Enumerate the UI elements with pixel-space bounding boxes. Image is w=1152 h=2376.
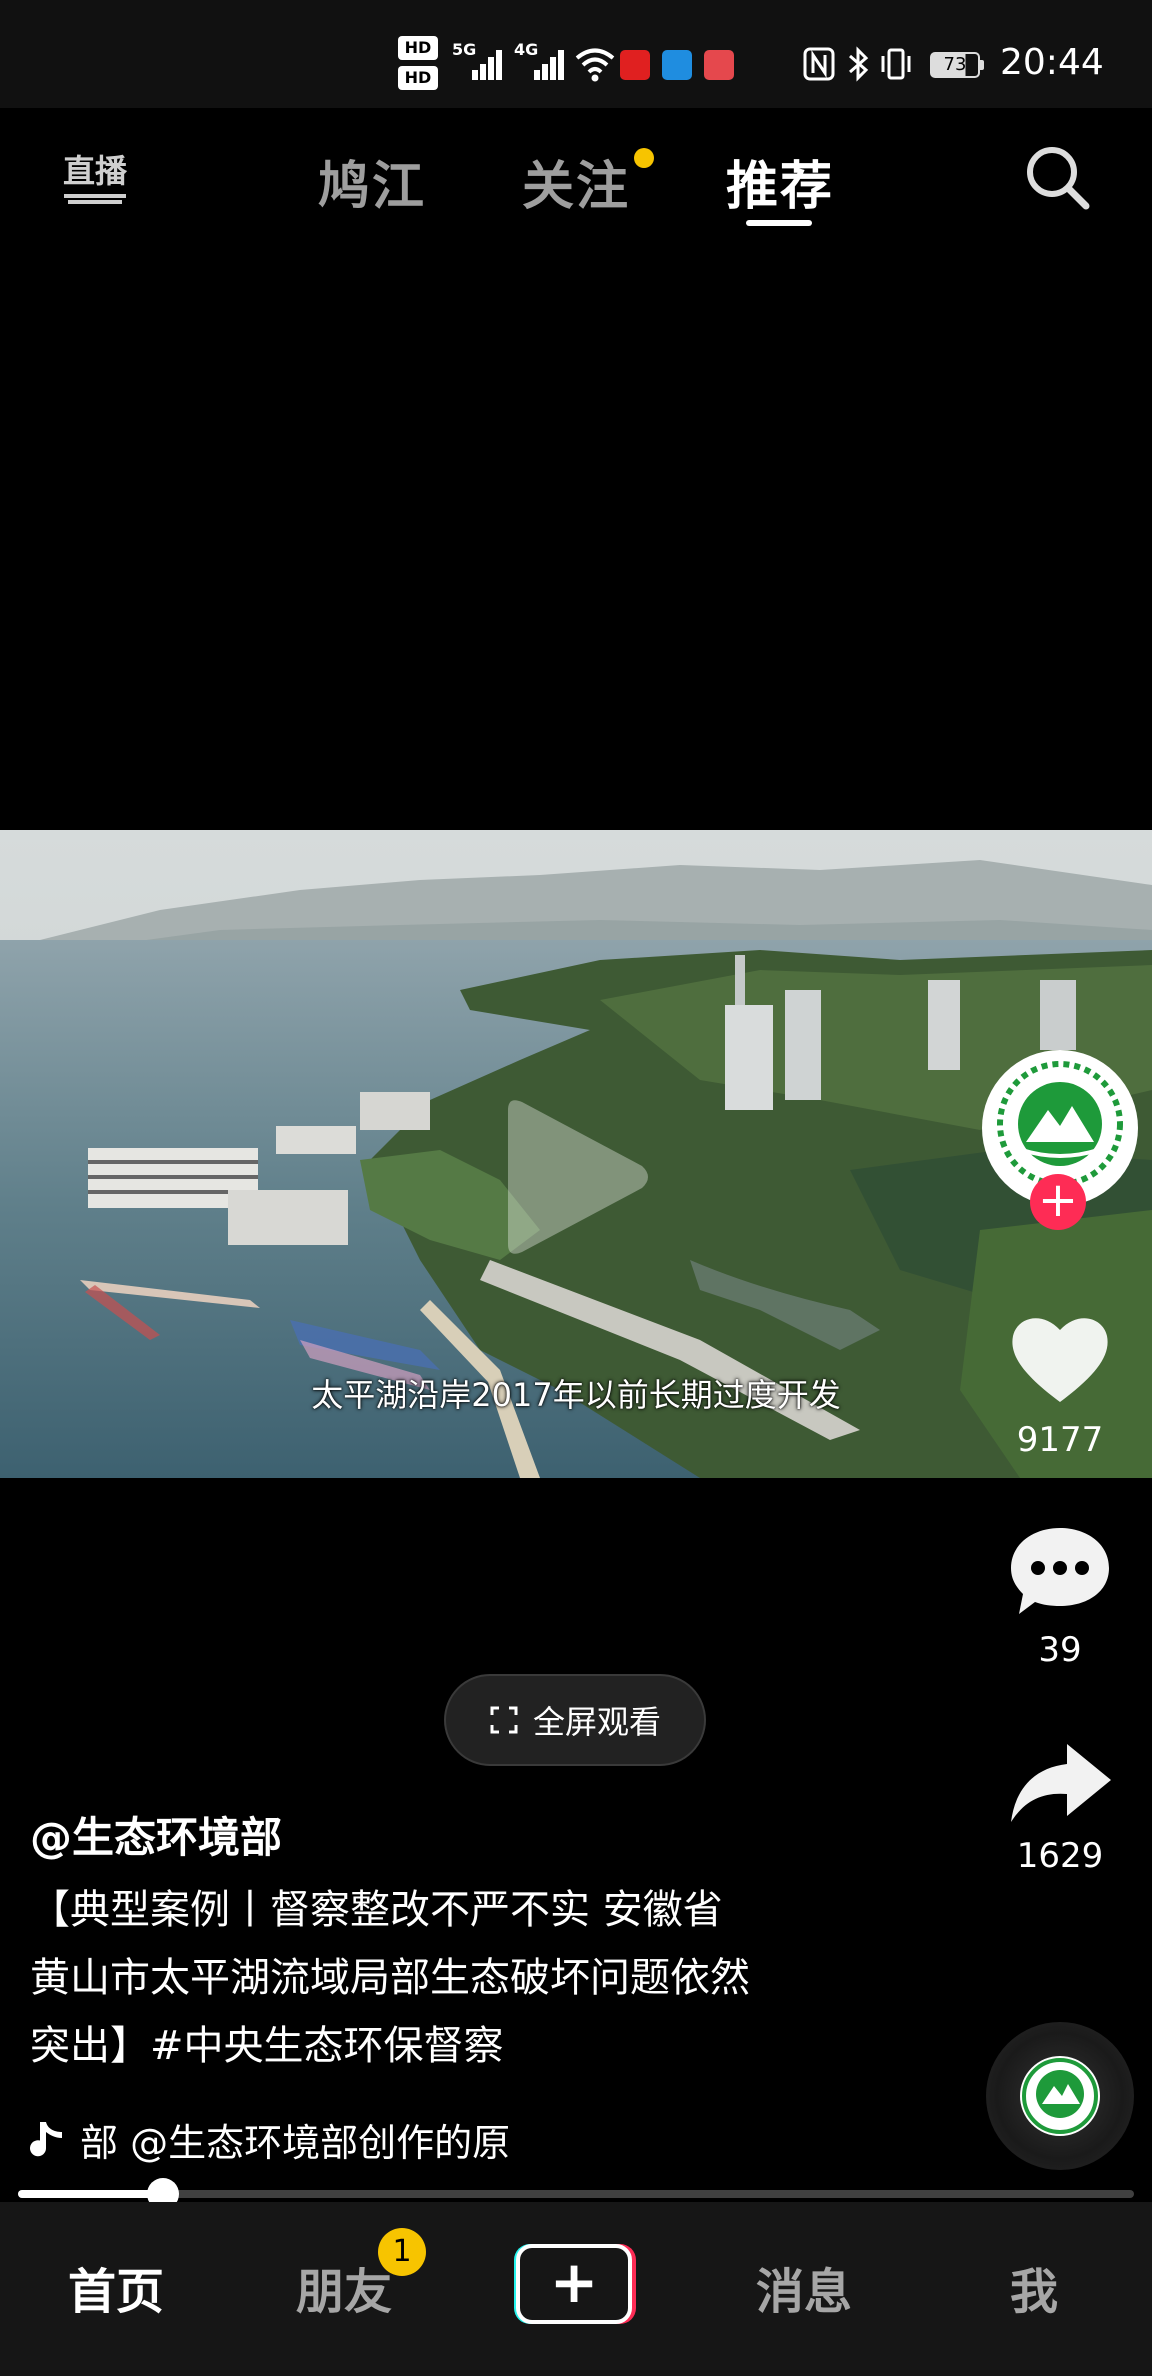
- signal-5g-icon: 5G: [452, 40, 506, 82]
- hd2-badge: HD: [398, 66, 438, 90]
- create-plus: +: [549, 2248, 599, 2316]
- active-tab-indicator: [746, 220, 812, 226]
- live-icon[interactable]: 直播: [58, 138, 132, 212]
- progress-fill: [18, 2190, 164, 2198]
- top-nav: 直播 鸠江 关注 推荐: [0, 108, 1152, 238]
- comment-button[interactable]: 39: [990, 1520, 1130, 1670]
- fullscreen-label: 全屏观看: [532, 1703, 661, 1741]
- tab-local[interactable]: 鸠江: [318, 144, 426, 219]
- description-line: 黄山市太平湖流域局部生态破坏问题依然: [30, 1955, 750, 2001]
- tab-friends[interactable]: 朋友: [296, 2252, 392, 2322]
- follow-button[interactable]: +: [1030, 1174, 1086, 1230]
- friends-badge: 1: [378, 2228, 426, 2276]
- nfc-icon: [802, 46, 836, 82]
- music-note-icon: [30, 2121, 62, 2156]
- video-progress-bar[interactable]: [18, 2178, 1134, 2210]
- create-button[interactable]: +: [512, 2242, 636, 2326]
- heart-icon: [1012, 1318, 1108, 1402]
- fullscreen-icon: [490, 1706, 518, 1734]
- description-line: 【典型案例丨督察整改不严不实 安徽省: [30, 1887, 723, 1933]
- video-subtitle: 太平湖沿岸2017年以前长期过度开发: [311, 1376, 841, 1414]
- vibrate-icon: [878, 46, 914, 82]
- fullscreen-button[interactable]: 全屏观看: [444, 1674, 706, 1766]
- play-icon[interactable]: [496, 1092, 656, 1262]
- status-time: 20:44: [1000, 42, 1104, 83]
- description-line: 突出】#中央生态环保督察: [30, 2023, 504, 2069]
- signal-4g-icon: 4G: [514, 40, 568, 82]
- app-screen: HD HD 5G 4G 73 20:44 直播 鸠江 关注 推荐 太平湖沿岸20…: [0, 0, 1152, 2376]
- music-title: 部 @生态环境部创作的原: [80, 2121, 511, 2165]
- battery-icon: 73: [930, 52, 984, 78]
- share-icon: [1011, 1744, 1111, 1822]
- following-new-dot: [634, 148, 654, 168]
- tab-me[interactable]: 我: [1010, 2252, 1058, 2322]
- notification-app-icon: [704, 50, 734, 80]
- hd-indicators: HD HD: [398, 36, 444, 98]
- comment-count: 39: [1038, 1630, 1082, 1670]
- comment-icon: [1011, 1528, 1109, 1614]
- share-button[interactable]: 1629: [990, 1740, 1130, 1876]
- tab-messages[interactable]: 消息: [756, 2252, 852, 2322]
- hd1-badge: HD: [398, 36, 438, 60]
- status-bar: HD HD 5G 4G 73 20:44: [0, 0, 1152, 108]
- notification-app-icon: [662, 50, 692, 80]
- share-count: 1629: [1016, 1836, 1104, 1876]
- search-icon[interactable]: [1022, 142, 1092, 212]
- tab-recommended[interactable]: 推荐: [726, 144, 834, 219]
- bottom-tab-bar: 首页 朋友 1 + 消息 我: [0, 2202, 1152, 2376]
- author-name[interactable]: @生态环境部: [30, 1804, 282, 1865]
- like-count: 9177: [1016, 1420, 1104, 1460]
- live-label: 直播: [63, 152, 128, 190]
- post-description: 【典型案例丨督察整改不严不实 安徽省 黄山市太平湖流域局部生态破坏问题依然 突出…: [30, 1876, 930, 2080]
- tab-following[interactable]: 关注: [522, 144, 630, 219]
- music-row[interactable]: 部 @生态环境部创作的原: [30, 2112, 510, 2167]
- music-disc[interactable]: [986, 2022, 1134, 2170]
- tab-home[interactable]: 首页: [68, 2252, 164, 2322]
- like-button[interactable]: 9177: [990, 1310, 1130, 1460]
- bluetooth-icon: [846, 46, 870, 82]
- notification-app-icon: [620, 50, 650, 80]
- wifi-icon: [574, 46, 616, 82]
